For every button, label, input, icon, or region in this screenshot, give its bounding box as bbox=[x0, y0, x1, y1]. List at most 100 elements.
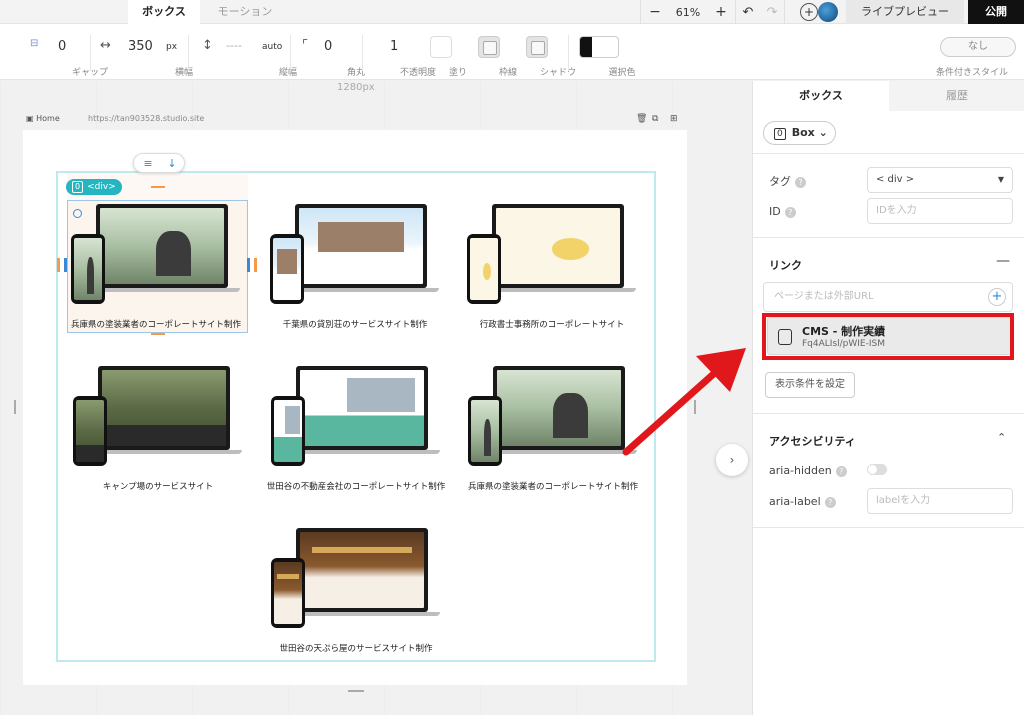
phone-mockup bbox=[467, 234, 501, 304]
align-icon[interactable]: ≡ bbox=[138, 156, 158, 172]
shadow-control[interactable]: シャドウ bbox=[516, 25, 576, 80]
selection-color-label: 選択色 bbox=[608, 68, 636, 78]
opacity-control[interactable]: 1 不透明度 bbox=[370, 25, 436, 80]
gap-value[interactable]: 0 bbox=[58, 39, 66, 54]
border-control[interactable]: 枠線 bbox=[470, 25, 517, 80]
device-mockup bbox=[265, 200, 445, 304]
top-toolbar: ボックス モーション − 61% + ↶ ↷ + ライブプレビュー 公開 ⊟ 0… bbox=[0, 0, 1024, 80]
width-control[interactable]: ↔ 350 px 横幅 bbox=[96, 25, 193, 80]
divider bbox=[753, 527, 1024, 528]
highlight-box bbox=[762, 313, 1014, 360]
horizontal-arrows-icon: ↔ bbox=[100, 38, 111, 53]
page-url[interactable]: https://tan903528.studio.site bbox=[88, 114, 204, 123]
work-item[interactable]: 世田谷の不動産会社のコーポレートサイト制作 bbox=[266, 362, 446, 497]
fill-swatch[interactable] bbox=[430, 36, 452, 58]
selection-color-swatch[interactable] bbox=[579, 36, 619, 58]
work-item[interactable]: キャンプ場のサービスサイト bbox=[68, 362, 248, 497]
add-page-icon[interactable]: ⊞ bbox=[670, 114, 678, 124]
border-icon[interactable] bbox=[478, 36, 500, 58]
padding-handle-top[interactable] bbox=[151, 186, 165, 188]
divider bbox=[568, 35, 569, 71]
work-item[interactable]: 行政書士事務所のコーポレートサイト bbox=[462, 200, 642, 335]
caret-down-icon: ▼ bbox=[997, 175, 1004, 184]
work-item-caption: キャンプ場のサービスサイト bbox=[102, 482, 214, 492]
aria-hidden-label: aria-hidden? bbox=[769, 464, 847, 477]
resize-handle-bottom[interactable] bbox=[348, 690, 364, 692]
element-type-selector[interactable]: 0 Box ⌄ bbox=[763, 121, 836, 145]
laptop-mockup bbox=[96, 204, 228, 288]
shadow-label: シャドウ bbox=[539, 68, 576, 78]
property-bar: ⊟ 0 ギャップ ↔ 350 px 横幅 ↕ ---- auto 縦幅 ⌜ 0 … bbox=[0, 25, 1024, 80]
link-section-title: リンク bbox=[769, 259, 802, 272]
publish-button[interactable]: 公開 bbox=[968, 0, 1024, 24]
conditional-style-button[interactable]: なし bbox=[940, 37, 1016, 57]
tab-box-panel[interactable]: ボックス bbox=[753, 81, 889, 111]
tag-label: タグ? bbox=[769, 173, 806, 189]
zoom-level[interactable]: 61% bbox=[669, 6, 707, 19]
tab-history[interactable]: 履歴 bbox=[889, 81, 1024, 111]
help-icon[interactable]: ? bbox=[795, 176, 806, 188]
height-unit[interactable]: auto bbox=[262, 42, 282, 52]
conditional-style-label: 条件付きスタイル bbox=[936, 68, 1009, 78]
radius-control[interactable]: ⌜ 0 角丸 bbox=[296, 25, 365, 80]
id-input[interactable]: IDを入力 bbox=[867, 198, 1013, 224]
help-icon[interactable]: ? bbox=[824, 496, 836, 508]
help-icon[interactable]: ? bbox=[835, 465, 847, 477]
resize-handle-left[interactable] bbox=[14, 400, 16, 414]
divider bbox=[362, 35, 363, 71]
laptop-mockup bbox=[296, 528, 428, 612]
divider bbox=[784, 0, 785, 24]
add-collaborator-icon[interactable]: + bbox=[800, 3, 818, 21]
phone-mockup bbox=[468, 396, 502, 466]
tab-motion[interactable]: モーション bbox=[205, 0, 285, 24]
selection-color-control[interactable]: 選択色 bbox=[576, 25, 636, 80]
zoom-in-button[interactable]: + bbox=[707, 0, 735, 24]
collapse-icon[interactable]: — bbox=[996, 253, 1010, 269]
device-mockup bbox=[462, 200, 642, 304]
height-value[interactable]: ---- bbox=[226, 39, 242, 52]
add-link-icon[interactable]: + bbox=[988, 288, 1006, 306]
laptop-mockup bbox=[492, 204, 624, 288]
zoom-out-button[interactable]: − bbox=[641, 0, 669, 24]
divider bbox=[90, 35, 91, 71]
padding-handle-left[interactable] bbox=[57, 258, 60, 272]
divider bbox=[290, 35, 291, 71]
gap-control[interactable]: ⊟ 0 ギャップ bbox=[20, 25, 108, 80]
width-unit[interactable]: px bbox=[166, 42, 177, 52]
annotation-arrow bbox=[622, 348, 746, 456]
help-icon[interactable]: ? bbox=[784, 206, 796, 218]
laptop-mockup bbox=[98, 366, 230, 450]
work-item[interactable]: 兵庫県の塗装業者のコーポレートサイト制作 bbox=[66, 200, 246, 335]
phone-mockup bbox=[270, 234, 304, 304]
link-input[interactable]: ページまたは外部URL bbox=[763, 282, 1013, 312]
live-preview-button[interactable]: ライブプレビュー bbox=[846, 0, 964, 24]
panel-tabs: ボックス 履歴 bbox=[753, 81, 1024, 111]
height-control[interactable]: ↕ ---- auto 縦幅 bbox=[196, 25, 297, 80]
aria-hidden-toggle[interactable] bbox=[867, 464, 887, 475]
fill-control[interactable]: 塗り bbox=[424, 25, 467, 80]
divider bbox=[753, 237, 1024, 238]
display-condition-button[interactable]: 表示条件を設定 bbox=[765, 372, 855, 398]
tab-box[interactable]: ボックス bbox=[128, 0, 200, 24]
direction-down-icon[interactable]: ↓ bbox=[162, 156, 182, 172]
avatar[interactable] bbox=[818, 2, 838, 22]
duplicate-icon[interactable]: ⧉ bbox=[652, 114, 658, 124]
div-badge[interactable]: 0 <div> bbox=[66, 179, 122, 195]
redo-icon[interactable]: ↷ bbox=[760, 5, 784, 20]
trash-icon[interactable]: 🗑 bbox=[636, 114, 647, 124]
aria-label-input[interactable]: labelを入力 bbox=[867, 488, 1013, 514]
work-item[interactable]: 世田谷の天ぷら屋のサービスサイト制作 bbox=[266, 524, 446, 659]
radius-value[interactable]: 0 bbox=[324, 39, 332, 54]
width-value[interactable]: 350 bbox=[128, 39, 153, 54]
opacity-value[interactable]: 1 bbox=[390, 39, 398, 54]
work-item[interactable]: 千葉県の貸別荘のサービスサイト制作 bbox=[265, 200, 445, 335]
page-name[interactable]: ▣ Home bbox=[26, 114, 60, 123]
padding-handle-right[interactable] bbox=[254, 258, 257, 272]
work-item-caption: 兵庫県の塗装業者のコーポレートサイト制作 bbox=[70, 320, 241, 330]
undo-icon[interactable]: ↶ bbox=[736, 5, 760, 20]
tag-select[interactable]: < div > ▼ bbox=[867, 167, 1013, 193]
resize-handle-item-right[interactable] bbox=[247, 258, 250, 272]
chevron-up-icon[interactable]: ⌃ bbox=[997, 431, 1006, 444]
shadow-icon[interactable] bbox=[526, 36, 548, 58]
device-mockup bbox=[68, 362, 248, 466]
